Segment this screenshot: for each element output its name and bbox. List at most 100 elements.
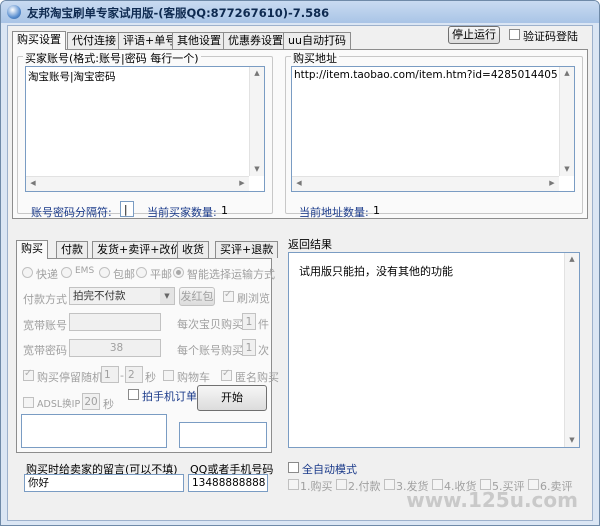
buyer-vscroll[interactable]: ▲ ▼ [249,67,264,176]
wait-random-checkbox[interactable] [23,368,34,381]
start-button[interactable]: 开始 [197,385,267,411]
result-textarea[interactable]: 试用版只能拍，没有其他的功能 ▲ ▼ [288,252,580,448]
buy-note-box-left[interactable] [21,414,167,448]
separator-label: 账号密码分隔符: [31,206,112,219]
adsl-checkbox[interactable] [23,397,34,408]
buyer-count-value: 1 [221,204,228,217]
url-vscroll[interactable]: ▲ ▼ [559,67,574,176]
mobile-order-checkbox[interactable] [128,389,139,400]
payment-method-value: 拍完不付款 [73,290,126,302]
broadband-account-input[interactable] [69,313,161,331]
buyer-hscroll[interactable]: ◀ ▶ [26,176,249,191]
result-text: 试用版只能拍，没有其他的功能 [299,265,453,278]
scroll-right-icon[interactable]: ▶ [235,177,249,190]
red-packet-button[interactable]: 发红包 [179,287,215,306]
per-item-unit: 件 [258,318,269,331]
wait-random-label: 购买停留随机 [37,371,103,384]
wait-dash: - [120,369,124,382]
step-pay-checkbox[interactable] [336,479,347,490]
brush-flow-label: 刷浏览 [237,292,270,305]
window-title: 友邦淘宝刷单专家试用版-(客服QQ:877267610)-7.586 [27,6,330,20]
url-count-value: 1 [373,204,380,217]
tab-proxy-pay[interactable]: 代付连接 [67,32,121,49]
wait-unit: 秒 [145,371,156,384]
message-input[interactable]: 你好 [24,474,184,492]
mobile-order-label: 拍手机订单 [142,390,197,403]
tab-ship-review-price[interactable]: 发货+卖评+改价 [92,241,187,258]
payment-method-label: 付款方式 [23,293,67,306]
buyer-accounts-text: 淘宝账号|淘宝密码 [28,71,116,83]
adsl-input[interactable]: 20 [82,393,100,410]
broadband-password-input[interactable]: 38 [69,339,161,357]
scroll-down-icon[interactable]: ▼ [560,163,574,176]
phone-input[interactable]: 13488888888 [188,474,268,492]
title-bar: 友邦淘宝刷单专家试用版-(客服QQ:877267610)-7.586 [1,1,599,23]
result-vscroll[interactable]: ▲ ▼ [564,253,579,447]
main-window: 友邦淘宝刷单专家试用版-(客服QQ:877267610)-7.586 购买设置 … [0,0,600,526]
app-icon [7,5,21,19]
scroll-right-icon[interactable]: ▶ [545,177,559,190]
purchase-settings-panel: 买家账号(格式:账号|密码 每行一个) 淘宝账号|淘宝密码 ▲ ▼ ◀ ▶ 账号… [12,49,588,219]
radio-ems-label: EMS [75,266,95,276]
url-count-label: 当前地址数量: [299,206,369,219]
radio-surface-mail-label: 平邮 [150,268,172,281]
separator-input[interactable]: | [120,201,134,217]
scroll-up-icon[interactable]: ▲ [560,67,574,80]
stop-button[interactable]: 停止运行 [448,26,500,44]
radio-express-label: 快递 [36,268,58,281]
step-buy-checkbox[interactable] [288,479,299,490]
scroll-up-icon[interactable]: ▲ [565,253,579,266]
buy-panel: 快递 EMS 包邮 平邮 智能选择运输方式 付款方式 拍完不付款 ▼ 发红包 刷… [16,258,279,453]
result-group-label: 返回结果 [286,236,334,252]
radio-smart-shipping-label: 智能选择运输方式 [187,268,275,281]
broadband-account-label: 宽带账号 [23,319,67,332]
radio-surface-mail[interactable] [136,267,147,278]
radio-free-shipping-label: 包邮 [113,268,135,281]
auto-mode-checkbox[interactable] [288,462,299,473]
per-account-unit: 次 [258,344,269,357]
buy-note-box-right[interactable] [179,422,267,448]
tab-purchase-settings[interactable]: 购买设置 [12,31,66,50]
brush-flow-checkbox[interactable] [223,289,234,302]
tab-pay[interactable]: 付款 [56,241,88,258]
per-item-input[interactable]: 1 [242,313,256,330]
scroll-down-icon[interactable]: ▼ [565,434,579,447]
per-account-input[interactable]: 1 [242,339,256,356]
anonymous-label: 匿名购买 [235,371,279,384]
step-ship-checkbox[interactable] [384,479,395,490]
url-hscroll[interactable]: ◀ ▶ [292,176,559,191]
tab-buy[interactable]: 购买 [16,240,48,259]
scroll-up-icon[interactable]: ▲ [250,67,264,80]
anonymous-checkbox[interactable] [221,368,232,381]
adsl-label: ADSL换IP [37,399,81,410]
tab-review-refund[interactable]: 买评+退款 [215,241,279,258]
captcha-login-label: 验证码登陆 [523,30,578,43]
radio-ems[interactable] [61,267,72,278]
step-pay-label: 2.付款 [348,480,381,493]
adsl-unit: 秒 [103,398,114,411]
tab-receive[interactable]: 收货 [177,241,209,258]
url-textarea[interactable]: http://item.taobao.com/item.htm?id=42850… [291,66,575,192]
chevron-down-icon[interactable]: ▼ [160,288,174,304]
radio-express[interactable] [22,267,33,278]
scroll-down-icon[interactable]: ▼ [250,163,264,176]
tab-coupon-settings[interactable]: 优惠券设置 [223,32,288,49]
step-buy-label: 1.购买 [300,480,333,493]
tab-uu-captcha[interactable]: uu自动打码 [283,32,351,49]
cart-checkbox[interactable] [163,370,174,381]
payment-method-select[interactable]: 拍完不付款 ▼ [69,287,175,305]
radio-smart-shipping[interactable] [173,267,184,278]
scroll-left-icon[interactable]: ◀ [26,177,40,190]
cart-label: 购物车 [177,371,210,384]
buyer-group-label: 买家账号(格式:账号|密码 每行一个) [23,50,201,66]
wait-from-input[interactable]: 1 [101,366,119,383]
scroll-left-icon[interactable]: ◀ [292,177,306,190]
captcha-login-checkbox[interactable] [509,29,520,40]
wait-to-input[interactable]: 2 [125,366,143,383]
broadband-password-label: 宽带密码 [23,344,67,357]
watermark: www.125u.com [406,488,578,512]
radio-free-shipping[interactable] [99,267,110,278]
buyer-accounts-textarea[interactable]: 淘宝账号|淘宝密码 ▲ ▼ ◀ ▶ [25,66,265,192]
tab-other-settings[interactable]: 其他设置 [172,32,226,49]
url-text: http://item.taobao.com/item.htm?id=42850… [294,69,558,81]
